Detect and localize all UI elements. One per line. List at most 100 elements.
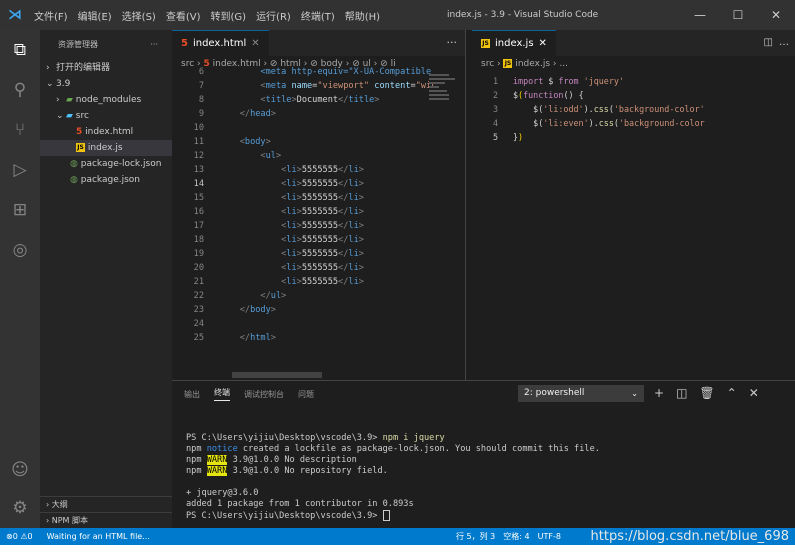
- watermark: https://blog.csdn.net/blue_698: [590, 529, 789, 544]
- terminal-select[interactable]: 2: powershell ⌄: [518, 385, 644, 402]
- remote-icon[interactable]: ◎: [0, 230, 40, 270]
- line-number: 6: [198, 67, 204, 77]
- code-line: 8 <title>Document</title>: [172, 93, 465, 107]
- open-editors-section[interactable]: › 打开的编辑器: [40, 60, 172, 76]
- code-token: 5555555: [301, 193, 339, 203]
- tree-item-index-js[interactable]: JS index.js: [40, 140, 172, 156]
- code-token: css: [598, 118, 614, 128]
- code-token: </: [239, 305, 251, 315]
- tree-item-src[interactable]: ⌄ ▰ src: [40, 108, 172, 124]
- menu-edit[interactable]: 编辑(E): [78, 8, 112, 23]
- close-tab-icon[interactable]: ✕: [251, 38, 259, 49]
- menu-selection[interactable]: 选择(S): [122, 8, 156, 23]
- close-panel-icon[interactable]: ✕: [749, 385, 759, 402]
- workspace-root[interactable]: ⌄ 3.9: [40, 76, 172, 92]
- tab-label: index.html: [192, 38, 247, 49]
- code-token: 'jquery': [578, 76, 624, 86]
- terminal-line: npm notice created a lockfile as package…: [186, 444, 795, 455]
- tree-item-package-lock[interactable]: ◍ package-lock.json: [40, 156, 172, 172]
- source-control-icon[interactable]: ⑂: [0, 110, 40, 150]
- code-line: 24: [172, 317, 465, 331]
- code-token: body: [244, 137, 266, 147]
- line-number: 19: [193, 249, 204, 259]
- tab-problems[interactable]: 问题: [298, 389, 314, 400]
- code-token: >: [358, 179, 364, 189]
- account-icon[interactable]: ☺: [0, 450, 40, 490]
- menu-view[interactable]: 查看(V): [166, 8, 201, 23]
- code-line: 25 </html>: [172, 331, 465, 345]
- code-line: 16 <li>5555555</li>: [172, 205, 465, 219]
- code-editor-html[interactable]: 6 <meta http-equiv="X-UA-Compatible 7 <me…: [172, 65, 465, 345]
- minimap[interactable]: [425, 72, 465, 372]
- tab-index-html[interactable]: 5 index.html ✕: [172, 30, 269, 56]
- outline-section[interactable]: › 大纲: [40, 496, 172, 512]
- code-token: li: [286, 179, 297, 189]
- split-terminal-icon[interactable]: ◫: [676, 385, 687, 402]
- breadcrumb-item[interactable]: index.js: [515, 59, 550, 69]
- more-actions-icon[interactable]: ···: [447, 30, 458, 56]
- terminal-warn: WARN: [206, 466, 228, 476]
- npm-scripts-section[interactable]: › NPM 脚本: [40, 512, 172, 528]
- menu-terminal[interactable]: 终端(T): [301, 8, 335, 23]
- code-line: 18 <li>5555555</li>: [172, 233, 465, 247]
- code-token: 5555555: [301, 221, 339, 231]
- explorer-icon[interactable]: ⧉: [0, 30, 40, 70]
- code-token: li: [348, 249, 359, 259]
- settings-gear-icon[interactable]: ⚙: [0, 488, 40, 528]
- problems-status[interactable]: ⊗0 ⚠0: [6, 528, 33, 545]
- line-number: 18: [193, 235, 204, 245]
- tree-item-index-html[interactable]: 5 index.html: [40, 124, 172, 140]
- tab-index-js[interactable]: JS index.js ✕: [472, 30, 556, 56]
- encoding[interactable]: UTF-8: [538, 528, 561, 545]
- more-actions-icon[interactable]: ···: [150, 30, 158, 60]
- maximize-icon[interactable]: ☐: [719, 0, 757, 30]
- tab-debug-console[interactable]: 调试控制台: [244, 389, 284, 400]
- terminal-output[interactable]: PS C:\Users\yijiu\Desktop\vscode\3.9> np…: [172, 407, 795, 521]
- tab-terminal[interactable]: 终端: [214, 387, 230, 401]
- menu-run[interactable]: 运行(R): [256, 8, 291, 23]
- breadcrumb-item[interactable]: src: [481, 59, 494, 69]
- code-line: 3 $('li:odd').css('background-color': [492, 104, 705, 114]
- menu-file[interactable]: 文件(F): [34, 8, 68, 23]
- cursor-position[interactable]: 行 5，列 3: [456, 528, 495, 545]
- run-debug-icon[interactable]: ▷: [0, 150, 40, 190]
- tree-item-package-json[interactable]: ◍ package.json: [40, 172, 172, 188]
- more-actions-icon[interactable]: …: [779, 30, 789, 56]
- chevron-up-icon[interactable]: ⌃: [727, 385, 737, 402]
- code-line: 21 <li>5555555</li>: [172, 275, 465, 289]
- code-token: li: [348, 277, 359, 287]
- horizontal-scrollbar[interactable]: [232, 372, 322, 378]
- code-token: li: [286, 263, 297, 273]
- editor-actions: ◫ …: [764, 30, 789, 56]
- tree-item-node-modules[interactable]: › ▰ node_modules: [40, 92, 172, 108]
- indentation[interactable]: 空格: 4: [503, 528, 529, 545]
- code-line: 5}): [492, 132, 524, 142]
- menu-go[interactable]: 转到(G): [211, 8, 247, 23]
- code-editor-js[interactable]: 1 import $ from 'jquery' 2 $(function() { …: [472, 74, 795, 144]
- extensions-icon[interactable]: ⊞: [0, 190, 40, 230]
- terminal-text: created a lockfile as package-lock.json.…: [237, 444, 600, 454]
- code-token: >: [358, 221, 364, 231]
- close-tab-icon[interactable]: ✕: [539, 38, 547, 49]
- minimize-icon[interactable]: —: [681, 0, 719, 30]
- breadcrumb-item[interactable]: ...: [559, 59, 568, 69]
- terminal-line: PS C:\Users\yijiu\Desktop\vscode\3.9> np…: [186, 433, 795, 444]
- menu-help[interactable]: 帮助(H): [345, 8, 380, 23]
- new-terminal-icon[interactable]: +: [654, 385, 664, 402]
- outline-label: 大纲: [51, 500, 68, 509]
- code-token: 5555555: [301, 179, 339, 189]
- code-line: 6 <meta http-equiv="X-UA-Compatible: [172, 65, 465, 79]
- window-title: index.js - 3.9 - Visual Studio Code: [447, 10, 599, 20]
- code-token: <meta http-equiv="X-UA-Compatible: [260, 67, 432, 77]
- trash-icon[interactable]: 🗑: [699, 385, 714, 402]
- js-file-icon: JS: [76, 143, 85, 152]
- split-editor-icon[interactable]: ◫: [764, 30, 773, 56]
- tab-output[interactable]: 输出: [184, 389, 200, 400]
- close-icon[interactable]: ✕: [757, 0, 795, 30]
- search-icon[interactable]: ⚲: [0, 70, 40, 110]
